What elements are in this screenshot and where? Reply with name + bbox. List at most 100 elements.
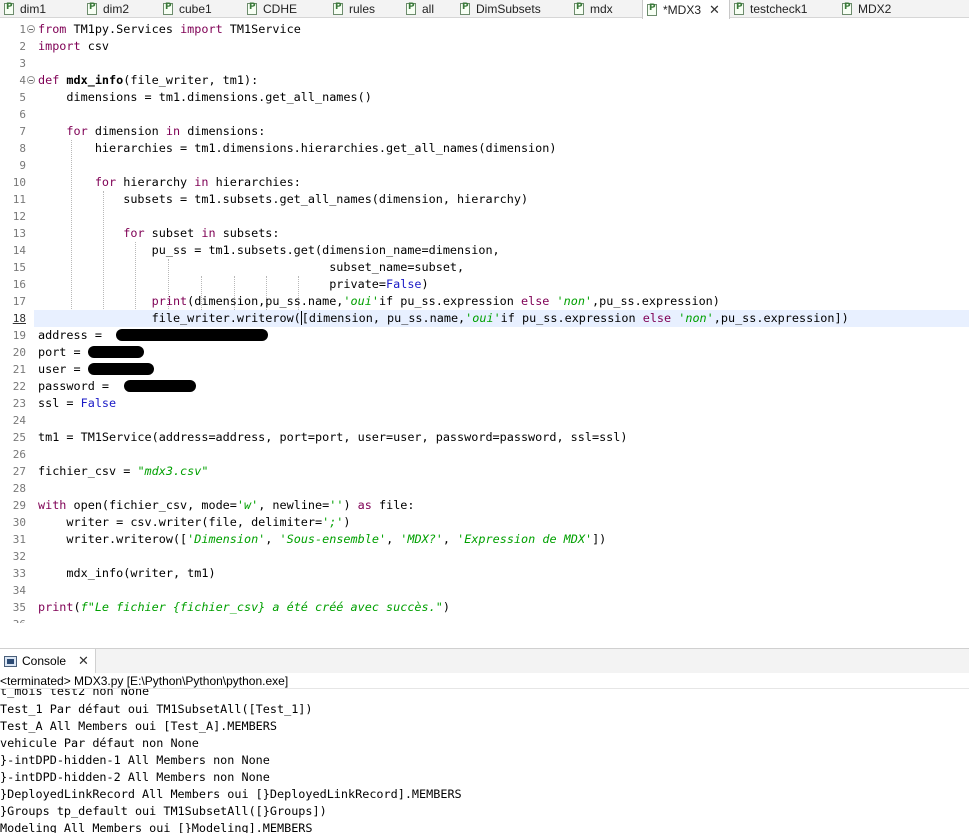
code-text: ,	[442, 532, 458, 546]
code-area[interactable]: from TM1py.Services import TM1Service im…	[34, 19, 969, 623]
code-line-17: print(dimension,pu_ss.name,'oui'if pu_ss…	[38, 293, 720, 310]
keyword: print	[38, 600, 74, 614]
tab-label: CDHE	[263, 2, 298, 16]
python-file-icon	[87, 2, 97, 15]
keyword: as	[357, 498, 372, 512]
console-output-line: }-intDPD-hidden-1 All Members non None	[0, 753, 270, 767]
redaction-mark	[88, 346, 144, 358]
tab-testcheck1[interactable]: testcheck1	[730, 0, 838, 18]
tab-mdx2[interactable]: MDX2	[838, 0, 969, 18]
code-line-7: for dimension in dimensions:	[38, 123, 265, 140]
keyword: in	[201, 226, 216, 240]
console-output-line: Modeling All Members oui [}Modeling].MEM…	[0, 821, 313, 833]
code-text: writer.writerow([	[38, 532, 188, 546]
code-text: file:	[371, 498, 415, 512]
python-file-icon	[247, 2, 257, 15]
keyword: for	[94, 175, 117, 189]
code-line-14: pu_ss = tm1.subsets.get(dimension_name=d…	[38, 243, 500, 257]
line-number: 30	[12, 516, 26, 529]
console-output-line: }Groups tp_default oui TM1SubsetAll([}Gr…	[0, 804, 327, 818]
code-text: )	[442, 600, 450, 614]
line-number: 36	[0, 616, 26, 623]
code-line-4: def mdx_info(file_writer, tm1):	[38, 72, 258, 89]
tab-cube1[interactable]: cube1	[159, 0, 243, 18]
code-line-5: dimensions = tm1.dimensions.get_all_name…	[38, 90, 372, 104]
line-number: 4	[19, 74, 26, 87]
string-literal: 'w'	[236, 498, 259, 512]
code-text: dimensions:	[180, 124, 266, 138]
string-literal: 'Sous-ensemble'	[279, 532, 387, 546]
tab-console[interactable]: Console ✕	[0, 648, 96, 674]
console-tab-label: Console	[22, 654, 67, 668]
keyword: for	[66, 124, 88, 138]
line-number: 24	[12, 414, 26, 427]
tab-dim2[interactable]: dim2	[83, 0, 159, 18]
code-text: open(fichier_csv, mode=	[66, 498, 237, 512]
python-file-icon	[842, 2, 852, 15]
code-text: if pu_ss.expression	[378, 294, 521, 308]
code-text: private=	[38, 277, 387, 291]
code-line-13: for subset in subsets:	[38, 225, 279, 242]
tab-label: testcheck1	[750, 2, 808, 16]
code-text: )	[343, 498, 358, 512]
code-text: TM1Service	[222, 22, 301, 36]
code-line-15: subset_name=subset,	[38, 260, 465, 274]
function-name: mdx_info	[66, 73, 124, 87]
python-file-icon	[163, 2, 173, 15]
tab-label: MDX2	[858, 2, 892, 16]
code-text: subset	[144, 226, 202, 240]
code-editor[interactable]: 1 2 3 4 5 6 7 8 9 10 11 12 13 14 15 16 1…	[0, 19, 969, 623]
code-text: ,	[265, 532, 280, 546]
tab-mdx3[interactable]: *MDX3 ✕	[642, 0, 730, 19]
line-number: 8	[19, 142, 26, 155]
code-line-33: mdx_info(writer, tm1)	[38, 566, 216, 580]
builtin-constant: False	[80, 396, 117, 410]
line-number: 14	[12, 244, 26, 257]
code-text: writer = csv.writer(file, delimiter=	[38, 515, 323, 529]
tab-dim1[interactable]: dim1	[0, 0, 83, 18]
keyword: from	[38, 22, 67, 36]
close-icon[interactable]: ✕	[709, 3, 720, 16]
line-number: 33	[12, 567, 26, 580]
fold-toggle-icon[interactable]	[27, 25, 35, 33]
tab-all[interactable]: all	[402, 0, 456, 18]
line-number: 9	[19, 159, 26, 172]
keyword: in	[165, 124, 181, 138]
code-text: hierarchy	[116, 175, 195, 189]
console-view-header: Console ✕	[0, 648, 969, 674]
tab-cdhe[interactable]: CDHE	[243, 0, 329, 18]
tab-dimsubsets[interactable]: DimSubsets	[456, 0, 570, 18]
tab-label: *MDX3	[663, 2, 702, 17]
code-line-20: port =	[38, 345, 81, 359]
code-text: ,	[386, 532, 401, 546]
keyword: else	[642, 311, 672, 325]
redaction-mark	[88, 363, 154, 375]
close-icon[interactable]: ✕	[78, 653, 89, 669]
keyword: for	[123, 226, 145, 240]
code-text: TM1py.Services	[66, 22, 181, 36]
fold-toggle-icon[interactable]	[27, 76, 35, 84]
line-number: 17	[12, 295, 26, 308]
line-number: 32	[12, 550, 26, 563]
tab-mdx[interactable]: mdx	[570, 0, 642, 18]
console-output[interactable]: t_mois test2 non None Test_1 Par défaut …	[0, 689, 969, 833]
line-number: 6	[19, 108, 26, 121]
code-line-2: import csv	[38, 38, 109, 55]
tab-rules[interactable]: rules	[329, 0, 402, 18]
code-line-10: for hierarchy in hierarchies:	[38, 174, 301, 191]
code-line-23: ssl = False	[38, 395, 116, 412]
keyword: with	[38, 498, 67, 512]
line-number: 34	[12, 584, 26, 597]
line-number: 31	[12, 533, 26, 546]
code-line-25: tm1 = TM1Service(address=address, port=p…	[38, 430, 628, 444]
code-line-30: writer = csv.writer(file, delimiter=';')	[38, 514, 350, 531]
keyword: import	[180, 22, 223, 36]
keyword: print	[151, 294, 188, 308]
string-literal: 'non'	[556, 294, 593, 308]
string-literal: f"Le fichier {fichier_csv} a été créé av…	[80, 600, 443, 614]
tab-label: dim2	[103, 2, 130, 16]
code-line-29: with open(fichier_csv, mode='w', newline…	[38, 497, 415, 514]
